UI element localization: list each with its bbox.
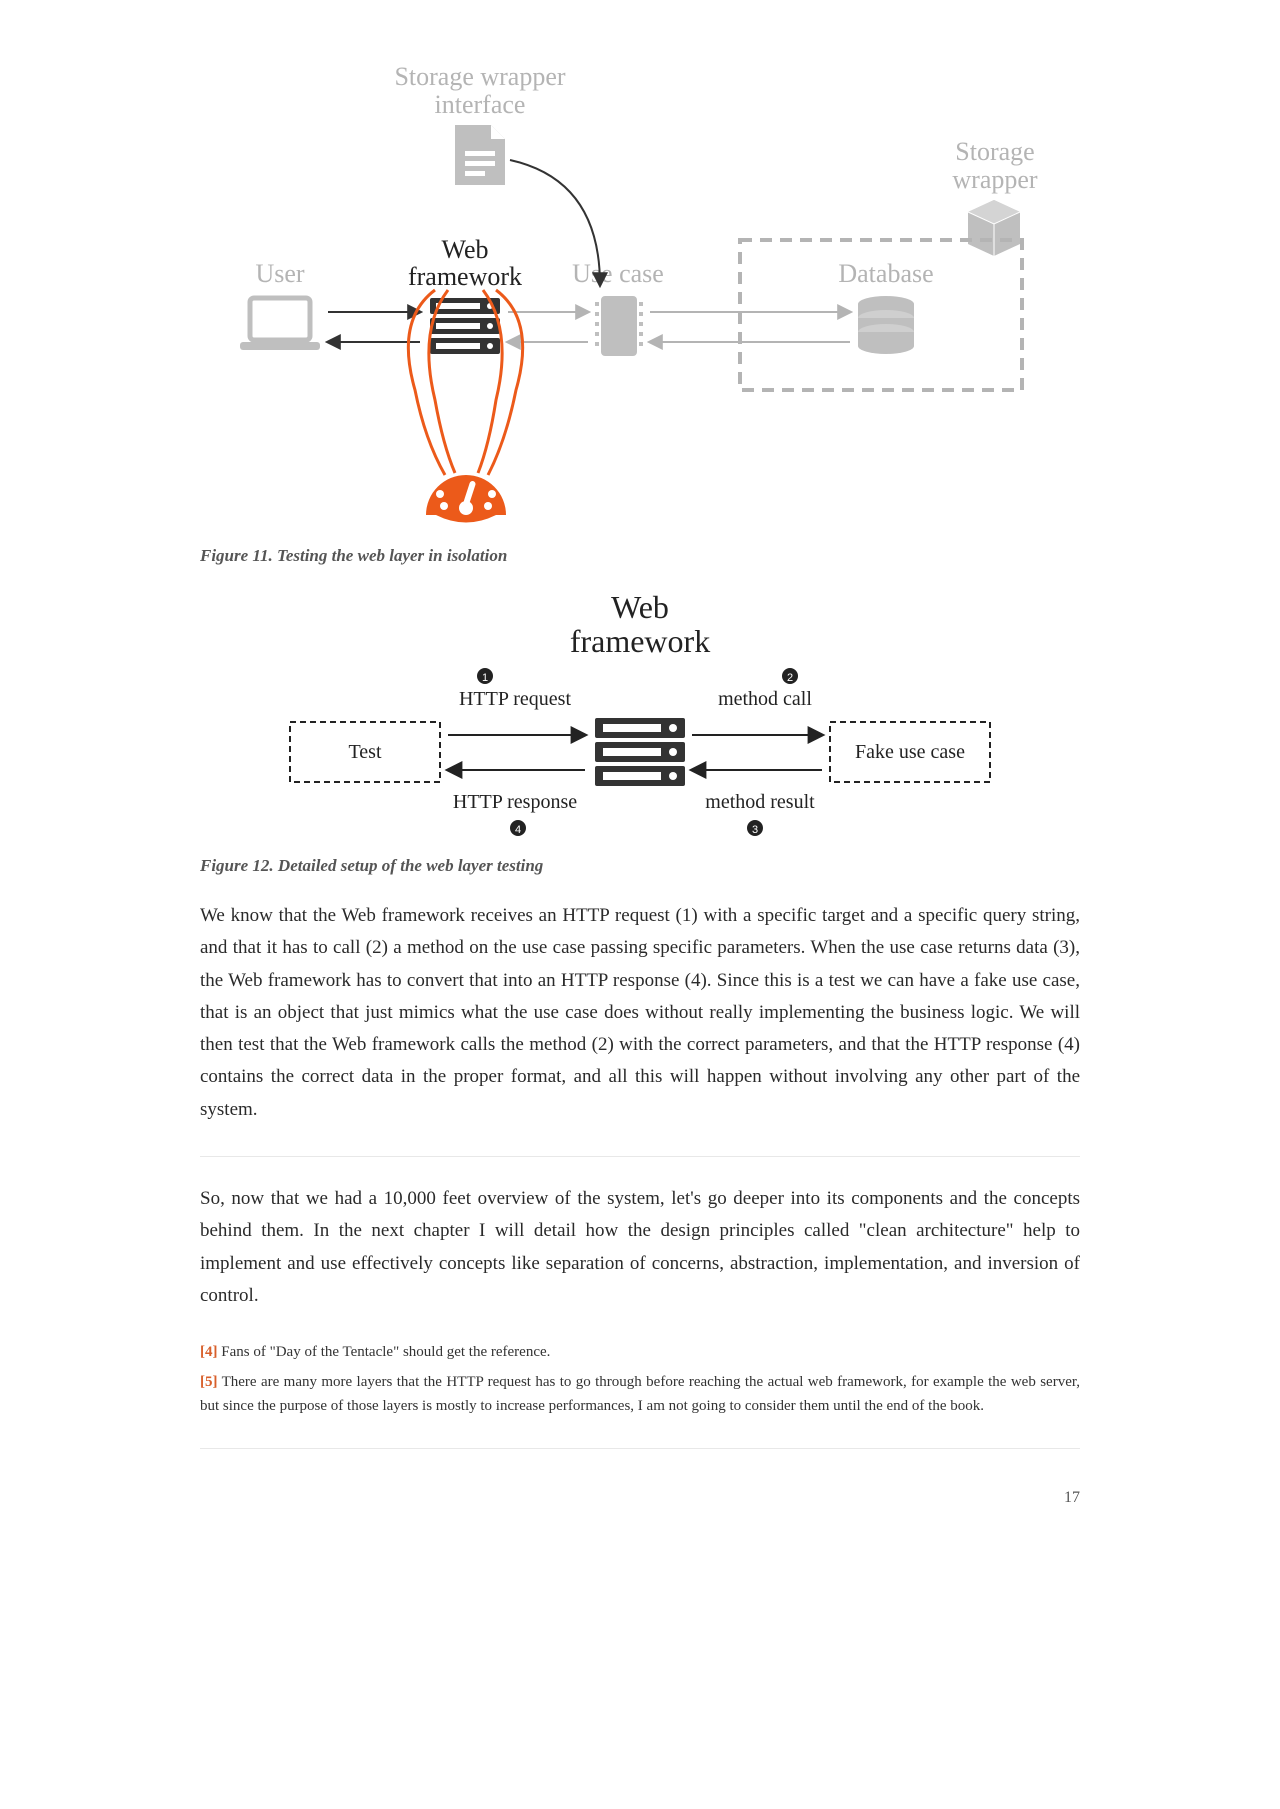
page-footer-separator [200,1448,1080,1449]
document-icon [455,125,505,185]
paragraph-2: So, now that we had a 10,000 feet overvi… [200,1183,1080,1312]
server-icon [430,298,500,354]
figure-12-caption: Figure 12. Detailed setup of the web lay… [200,856,1080,876]
gauge-icon [426,475,506,523]
cube-icon [968,200,1020,256]
web-framework-title-1: Web [611,590,669,625]
database-icon [858,296,914,354]
step-4-num: 4 [515,824,521,836]
step-2-num: 2 [787,672,793,684]
laptop-icon [240,298,320,350]
footnote-4: [4] Fans of "Day of the Tentacle" should… [200,1340,1080,1364]
http-response-label: HTTP response [453,791,577,813]
storage-wrapper-interface-label-1: Storage wrapper [394,62,565,91]
figure-12: Web framework Test Fake use case [200,590,1080,876]
footnote-5-text: There are many more layers that the HTTP… [200,1374,1080,1414]
footnote-4-num: 4 [205,1344,213,1360]
chip-icon [595,296,643,356]
user-label: User [255,259,304,288]
http-request-label: HTTP request [459,688,571,710]
footnotes: [4] Fans of "Day of the Tentacle" should… [200,1340,1080,1418]
method-call-label: method call [718,688,812,710]
storage-wrapper-label-2: wrapper [952,165,1038,194]
figure-11: Storage wrapper interface Storage wrappe… [200,60,1080,566]
method-result-label: method result [705,791,815,813]
storage-wrapper-label-1: Storage [955,137,1034,166]
server-icon-2 [595,718,685,786]
figure-12-svg: Web framework Test Fake use case [260,590,1020,850]
use-case-label: Use case [572,259,664,288]
footnote-5-num: 5 [205,1374,213,1390]
step-3-num: 3 [752,824,758,836]
fake-use-case-label: Fake use case [855,741,965,763]
footnote-5: [5] There are many more layers that the … [200,1370,1080,1418]
figure-11-svg: Storage wrapper interface Storage wrappe… [200,60,1080,540]
web-framework-title-2: framework [570,623,710,659]
test-label: Test [348,741,381,763]
step-1-num: 1 [482,672,488,684]
figure-11-caption: Figure 11. Testing the web layer in isol… [200,546,1080,566]
section-separator [200,1156,1080,1157]
footnote-4-text: Fans of "Day of the Tentacle" should get… [221,1344,550,1360]
paragraph-1: We know that the Web framework receives … [200,900,1080,1126]
database-label: Database [838,259,933,288]
web-framework-label-2: framework [408,262,522,291]
storage-wrapper-interface-label-2: interface [435,90,526,119]
web-framework-label-1: Web [442,235,489,264]
page-number: 17 [200,1489,1080,1507]
